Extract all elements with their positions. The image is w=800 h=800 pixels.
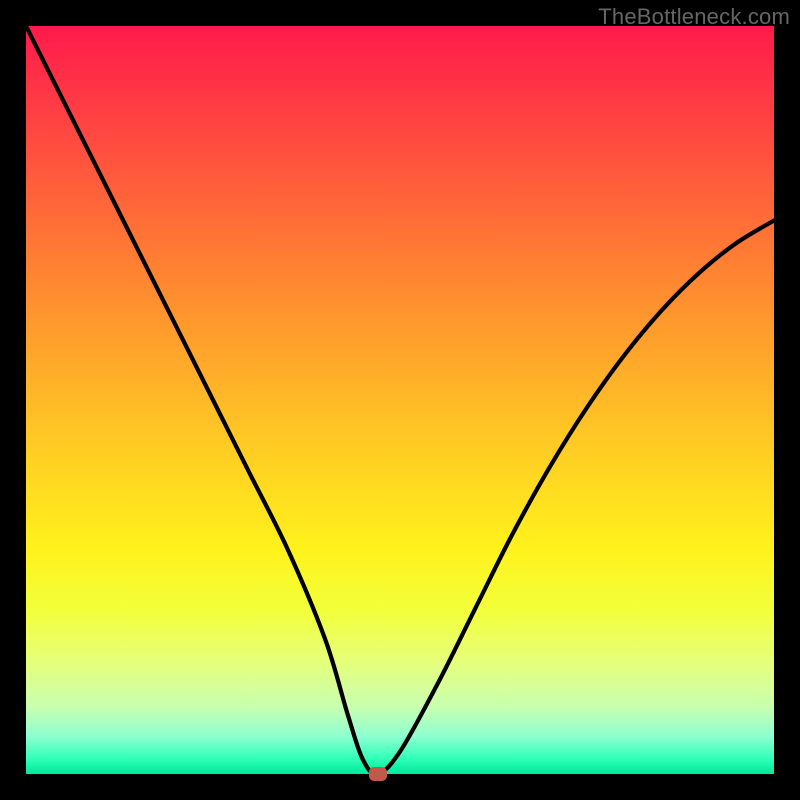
curve-path (26, 26, 774, 774)
bottleneck-curve (26, 26, 774, 774)
chart-frame: TheBottleneck.com (0, 0, 800, 800)
optimal-point-marker (369, 767, 387, 781)
plot-area (26, 26, 774, 774)
